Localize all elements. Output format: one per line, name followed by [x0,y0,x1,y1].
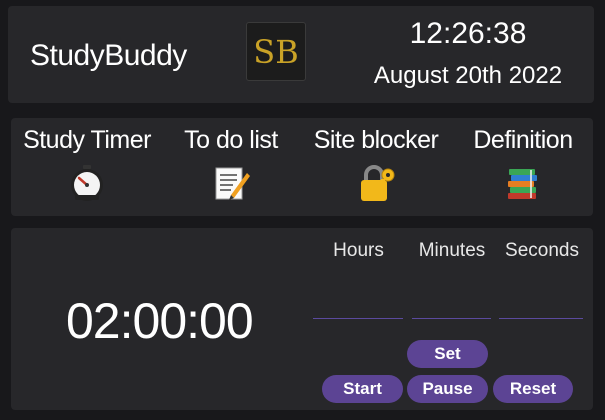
nav-item-site-blocker[interactable]: Site blocker [301,126,451,214]
nav-item-todo-list[interactable]: To do list [171,126,291,214]
stopwatch-icon [71,165,103,201]
nav-label-definition: Definition [473,126,573,154]
memo-icon [215,167,250,200]
start-button[interactable]: Start [322,375,403,403]
header-bar: StudyBuddy SB 12:26:38 August 20th 2022 [8,6,594,103]
nav-item-definition[interactable]: Definition [461,126,585,214]
nav-label-site-blocker: Site blocker [313,126,439,154]
clock-date: August 20th 2022 [373,62,563,89]
lock-with-key-icon [361,165,395,201]
app-title: StudyBuddy [30,39,187,72]
hours-input[interactable] [313,296,403,319]
seconds-label: Seconds [505,240,579,261]
pause-button[interactable]: Pause [407,375,488,403]
nav-item-study-timer[interactable]: Study Timer [17,126,157,214]
minutes-label: Minutes [418,240,486,261]
books-icon [508,169,537,199]
nav-label-study-timer: Study Timer [23,126,151,154]
seconds-input[interactable] [499,296,583,319]
app-logo: SB [246,22,306,81]
minutes-input[interactable] [412,296,491,319]
reset-button[interactable]: Reset [493,375,573,403]
clock-time: 12:26:38 [409,17,527,50]
nav-label-todo-list: To do list [184,126,278,154]
set-button[interactable]: Set [407,340,488,368]
timer-panel: 02:00:00 Hours Minutes Seconds Set Start… [11,228,593,410]
feature-nav: Study Timer To do list Site blocker Defi… [11,118,593,216]
hours-label: Hours [333,240,384,261]
timer-display: 02:00:00 [66,293,254,349]
